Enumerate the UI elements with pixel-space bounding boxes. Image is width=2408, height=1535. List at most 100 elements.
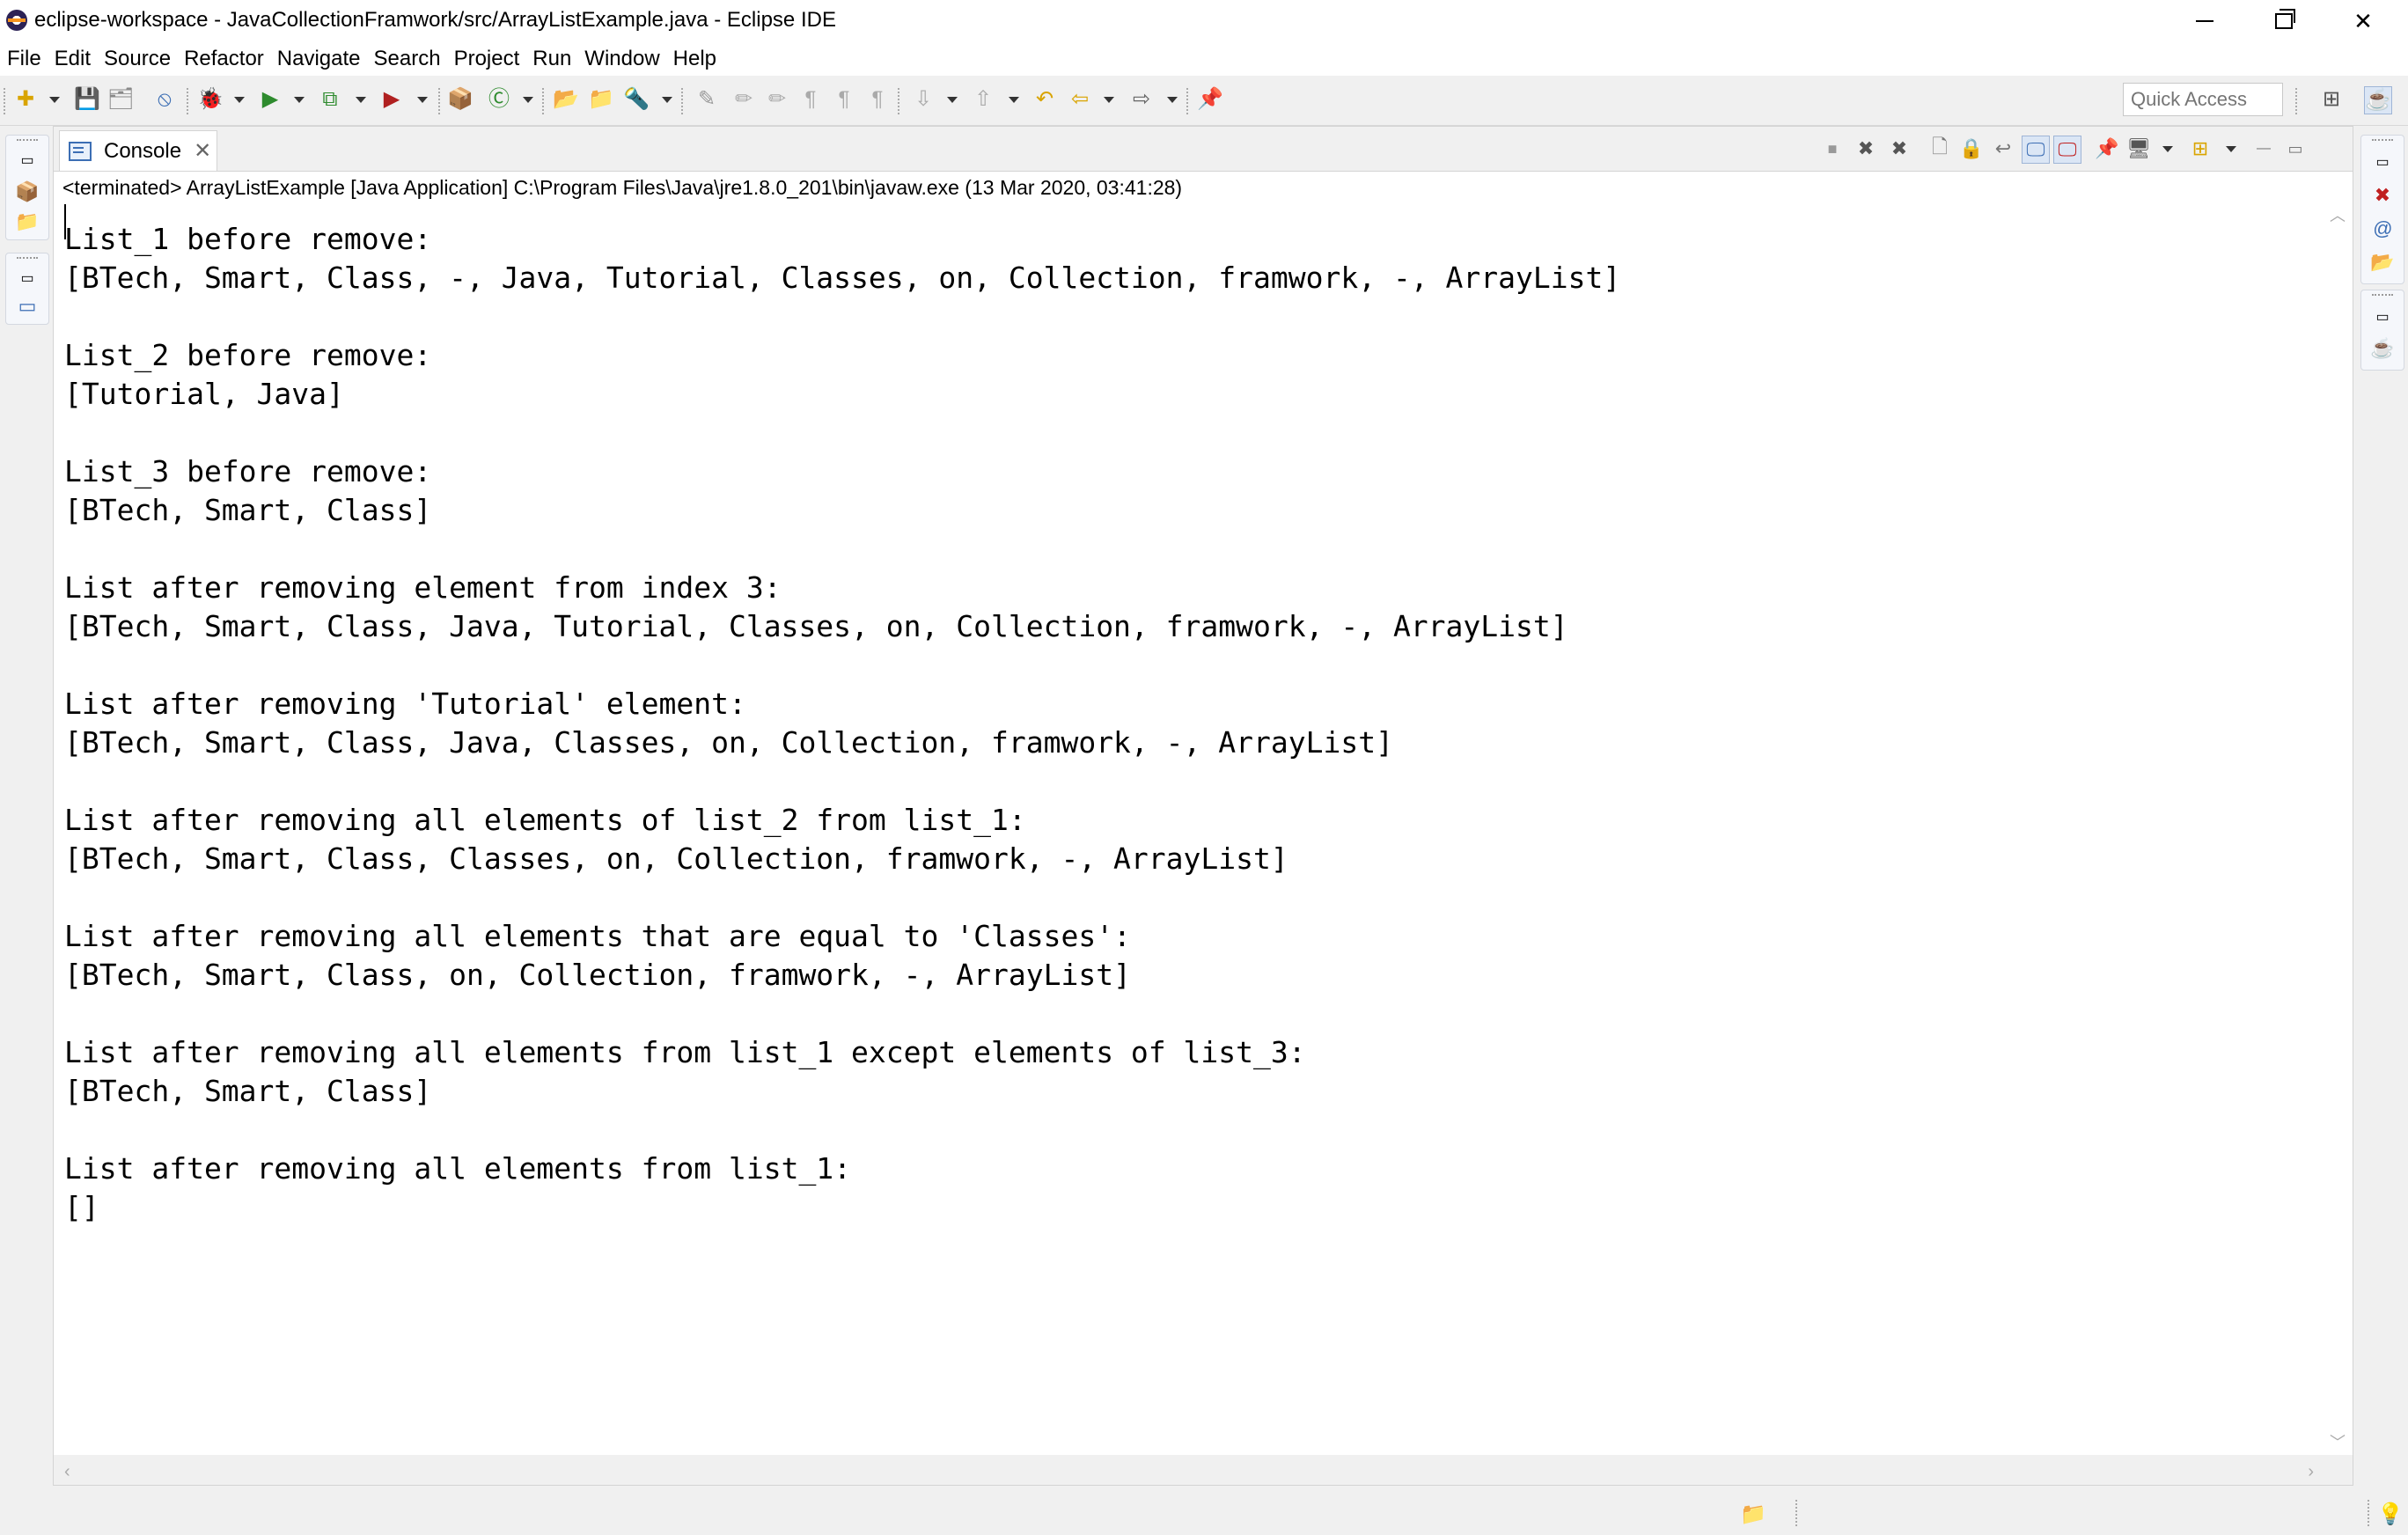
title-bar: eclipse-workspace - JavaCollectionFramwo… xyxy=(0,0,2408,42)
new-wizard-icon[interactable]: ✚ xyxy=(12,86,39,113)
show-whitespace-icon[interactable]: ¶ xyxy=(797,86,824,113)
menu-run[interactable]: Run xyxy=(525,47,577,71)
display-console-dropdown-icon[interactable] xyxy=(2162,146,2173,152)
console-line: List after removing all elements that ar… xyxy=(64,919,1131,953)
pin-editor-icon[interactable]: 📌 xyxy=(1197,86,1223,113)
previous-annotation-icon[interactable]: ⇧ xyxy=(970,86,996,113)
new-package-icon[interactable]: 📦 xyxy=(447,86,474,113)
next-annotation-dropdown-icon[interactable] xyxy=(947,97,958,103)
java-perspective-icon[interactable]: ☕ xyxy=(2364,86,2392,114)
back-icon[interactable]: ⇦ xyxy=(1067,86,1093,113)
horizontal-scrollbar[interactable]: ‹ › xyxy=(54,1455,2353,1485)
tab-console[interactable]: Console ✕ xyxy=(59,130,217,171)
terminate-icon[interactable]: ■ xyxy=(1819,136,1846,162)
external-tools-icon[interactable]: ▶ xyxy=(378,86,405,113)
restore-stack-icon[interactable]: ▭ xyxy=(15,266,40,290)
remove-launch-icon[interactable]: ✖ xyxy=(1853,136,1879,162)
restore-stack-icon[interactable]: ▭ xyxy=(15,148,40,173)
menu-source[interactable]: Source xyxy=(97,47,177,71)
new-class-icon[interactable]: Ⓒ xyxy=(486,86,512,113)
console-line: List_3 before remove: xyxy=(64,454,432,488)
back-dropdown-icon[interactable] xyxy=(1104,97,1114,103)
open-task-icon[interactable]: 📁 xyxy=(588,86,614,113)
highlight-occurrences-icon[interactable]: ✏ xyxy=(730,86,757,113)
open-perspective-icon[interactable]: ⊞ xyxy=(2318,86,2345,113)
scroll-down-icon[interactable]: ﹀ xyxy=(2330,1435,2346,1451)
open-console-icon[interactable]: ⊞ xyxy=(2187,136,2213,162)
outline-view-icon[interactable]: ▭ xyxy=(15,294,40,319)
menu-edit[interactable]: Edit xyxy=(48,47,97,71)
menu-window[interactable]: Window xyxy=(577,47,665,71)
show-on-stderr-icon[interactable]: 🖵 xyxy=(2053,136,2081,164)
show-on-stdout-icon[interactable]: 🖵 xyxy=(2022,136,2050,164)
menu-search[interactable]: Search xyxy=(367,47,447,71)
previous-annotation-dropdown-icon[interactable] xyxy=(1009,97,1019,103)
lightbulb-icon[interactable]: 💡 xyxy=(2376,1500,2404,1528)
last-edit-location-icon[interactable]: ↶ xyxy=(1031,86,1058,113)
next-annotation-icon[interactable]: ⇩ xyxy=(910,86,936,113)
quick-access-input[interactable] xyxy=(2123,83,2283,116)
run-icon[interactable]: ▶ xyxy=(257,86,283,113)
debug-icon[interactable]: 🐞 xyxy=(197,86,224,113)
new-dropdown-icon[interactable] xyxy=(49,97,60,103)
forward-icon[interactable]: ⇨ xyxy=(1128,86,1155,113)
menu-file[interactable]: File xyxy=(0,47,48,71)
console-line: [Tutorial, Java] xyxy=(64,377,344,411)
toggle-annotation-icon[interactable]: ✎ xyxy=(694,86,720,113)
minimize-view-icon[interactable]: — xyxy=(2250,136,2277,162)
scroll-up-icon[interactable]: ︿ xyxy=(2330,208,2346,224)
debug-dropdown-icon[interactable] xyxy=(234,97,245,103)
scroll-left-icon[interactable]: ‹ xyxy=(64,1462,70,1482)
right-trim-stack: ▭ ✖ @ 📂 ▭ ☕ xyxy=(2355,126,2408,1490)
console-icon xyxy=(69,141,92,161)
save-icon[interactable]: 💾 xyxy=(74,86,100,113)
restore-stack-icon[interactable]: ▭ xyxy=(2370,305,2395,329)
scroll-lock-icon[interactable]: 🔒 xyxy=(1958,136,1985,162)
save-all-icon[interactable]: 🗂 xyxy=(107,86,134,113)
declaration-view-icon[interactable]: 📂 xyxy=(2370,250,2395,275)
menu-refactor[interactable]: Refactor xyxy=(177,47,270,71)
close-icon: ✕ xyxy=(2353,7,2373,34)
pilcrow-icon[interactable]: ¶ xyxy=(864,86,891,113)
new-class-dropdown-icon[interactable] xyxy=(523,97,533,103)
open-type-icon[interactable]: 📂 xyxy=(553,86,579,113)
coverage-icon[interactable]: ⧉ xyxy=(317,86,343,113)
menu-help[interactable]: Help xyxy=(666,47,723,71)
vertical-scrollbar[interactable]: ︿ ﹀ xyxy=(2321,204,2353,1454)
word-wrap-icon[interactable]: ↩ xyxy=(1990,136,2016,162)
navigator-icon[interactable]: 📁 xyxy=(15,209,40,234)
forward-dropdown-icon[interactable] xyxy=(1167,97,1178,103)
close-button[interactable]: ✕ xyxy=(2324,0,2403,42)
javadoc-view-icon[interactable]: @ xyxy=(2370,217,2395,241)
block-selection-icon[interactable]: ✏ xyxy=(764,86,790,113)
process-status-label: <terminated> ArrayListExample [Java Appl… xyxy=(62,176,1183,199)
search-icon[interactable]: 🔦 xyxy=(623,86,650,113)
scroll-right-icon[interactable]: › xyxy=(2308,1462,2314,1482)
coverage-dropdown-icon[interactable] xyxy=(356,97,366,103)
search-dropdown-icon[interactable] xyxy=(662,97,672,103)
external-tools-dropdown-icon[interactable] xyxy=(417,97,428,103)
restore-button[interactable] xyxy=(2244,0,2324,42)
clear-console-icon[interactable]: 🗋 xyxy=(1927,136,1953,162)
restore-stack-icon[interactable]: ▭ xyxy=(2370,150,2395,174)
open-console-dropdown-icon[interactable] xyxy=(2226,146,2236,152)
problems-view-icon[interactable]: ✖ xyxy=(2370,183,2395,208)
minimize-button[interactable] xyxy=(2165,0,2244,42)
skip-breakpoints-icon[interactable]: ⦸ xyxy=(151,86,178,113)
progress-view-icon[interactable]: 📁 xyxy=(1739,1500,1767,1528)
word-wrap-icon[interactable]: ¶ xyxy=(831,86,857,113)
close-icon[interactable]: ✕ xyxy=(194,138,211,164)
display-selected-console-icon[interactable]: 🖥 xyxy=(2125,136,2152,162)
pin-console-icon[interactable]: 📌 xyxy=(2094,136,2120,162)
run-dropdown-icon[interactable] xyxy=(294,97,305,103)
maximize-view-icon[interactable]: ▭ xyxy=(2282,136,2309,162)
toolbar-separator xyxy=(438,88,442,114)
editor-stack-icon[interactable]: ☕ xyxy=(2370,336,2395,361)
menu-navigate[interactable]: Navigate xyxy=(270,47,367,71)
console-output[interactable]: List_1 before remove: [BTech, Smart, Clas… xyxy=(62,204,2316,1458)
package-explorer-icon[interactable]: 📦 xyxy=(15,180,40,204)
remove-all-terminated-icon[interactable]: ✖ xyxy=(1886,136,1912,162)
menu-project[interactable]: Project xyxy=(447,47,526,71)
